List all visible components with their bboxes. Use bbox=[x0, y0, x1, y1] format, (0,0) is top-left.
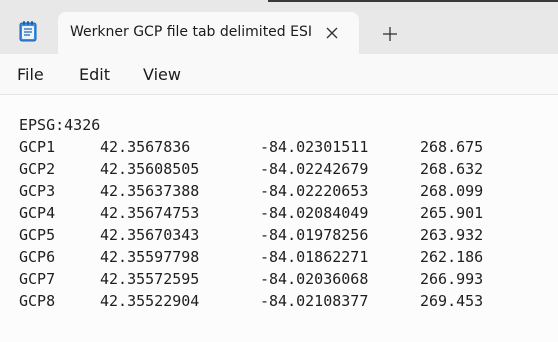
gcp-row: GCP7 42.35572595 -84.02036068 266.993 bbox=[19, 270, 483, 292]
background-edge bbox=[268, 0, 558, 2]
gcp-latitude: 42.35608505 bbox=[100, 160, 200, 178]
close-icon[interactable] bbox=[322, 23, 342, 43]
gcp-latitude: 42.3567836 bbox=[100, 138, 191, 156]
gcp-elevation: 262.186 bbox=[420, 248, 484, 266]
menu-file[interactable]: File bbox=[17, 65, 44, 84]
gcp-row: GCP3 42.35637388 -84.02220653 268.099 bbox=[19, 182, 483, 204]
gcp-id: GCP8 bbox=[19, 292, 56, 310]
gcp-id: GCP3 bbox=[19, 182, 56, 200]
gcp-row: GCP5 42.35670343 -84.01978256 263.932 bbox=[19, 226, 483, 248]
gcp-id: GCP7 bbox=[19, 270, 56, 288]
gcp-latitude: 42.35572595 bbox=[100, 270, 200, 288]
text-editor[interactable]: EPSG:4326 GCP1 42.3567836 -84.02301511 2… bbox=[0, 95, 558, 342]
gcp-elevation: 263.932 bbox=[420, 226, 484, 244]
tab-strip: Werkner GCP file tab delimited ESI bbox=[0, 0, 558, 54]
menu-view[interactable]: View bbox=[143, 65, 181, 84]
gcp-elevation: 266.993 bbox=[420, 270, 484, 288]
gcp-elevation: 269.453 bbox=[420, 292, 484, 310]
header-line: EPSG:4326 bbox=[19, 116, 100, 138]
tab-title: Werkner GCP file tab delimited ESI bbox=[70, 24, 312, 40]
gcp-longitude: -84.01862271 bbox=[260, 248, 369, 266]
gcp-latitude: 42.35637388 bbox=[100, 182, 200, 200]
gcp-row: GCP6 42.35597798 -84.01862271 262.186 bbox=[19, 248, 483, 270]
gcp-longitude: -84.02301511 bbox=[260, 138, 369, 156]
gcp-latitude: 42.35670343 bbox=[100, 226, 200, 244]
gcp-latitude: 42.35674753 bbox=[100, 204, 200, 222]
crs-code: EPSG:4326 bbox=[19, 116, 101, 134]
gcp-id: GCP6 bbox=[19, 248, 56, 266]
gcp-id: GCP5 bbox=[19, 226, 56, 244]
gcp-id: GCP2 bbox=[19, 160, 56, 178]
gcp-longitude: -84.02242679 bbox=[260, 160, 369, 178]
gcp-row: GCP2 42.35608505 -84.02242679 268.632 bbox=[19, 160, 483, 182]
gcp-latitude: 42.35522904 bbox=[100, 292, 200, 310]
gcp-longitude: -84.02108377 bbox=[260, 292, 369, 310]
menu-bar: File Edit View bbox=[0, 54, 558, 95]
gcp-elevation: 268.675 bbox=[420, 138, 484, 156]
gcp-longitude: -84.01978256 bbox=[260, 226, 369, 244]
notepad-icon bbox=[19, 21, 37, 42]
gcp-row: GCP1 42.3567836 -84.02301511 268.675 bbox=[19, 138, 483, 160]
gcp-longitude: -84.02220653 bbox=[260, 182, 369, 200]
plus-icon[interactable] bbox=[380, 24, 400, 44]
gcp-longitude: -84.02036068 bbox=[260, 270, 369, 288]
gcp-elevation: 268.099 bbox=[420, 182, 484, 200]
notepad-window: Werkner GCP file tab delimited ESI File … bbox=[0, 0, 558, 342]
gcp-longitude: -84.02084049 bbox=[260, 204, 369, 222]
gcp-elevation: 268.632 bbox=[420, 160, 484, 178]
gcp-elevation: 265.901 bbox=[420, 204, 484, 222]
gcp-latitude: 42.35597798 bbox=[100, 248, 200, 266]
tab-document[interactable]: Werkner GCP file tab delimited ESI bbox=[58, 12, 359, 54]
gcp-row: GCP4 42.35674753 -84.02084049 265.901 bbox=[19, 204, 483, 226]
gcp-row: GCP8 42.35522904 -84.02108377 269.453 bbox=[19, 292, 483, 314]
gcp-id: GCP4 bbox=[19, 204, 56, 222]
menu-edit[interactable]: Edit bbox=[79, 65, 110, 84]
gcp-id: GCP1 bbox=[19, 138, 56, 156]
